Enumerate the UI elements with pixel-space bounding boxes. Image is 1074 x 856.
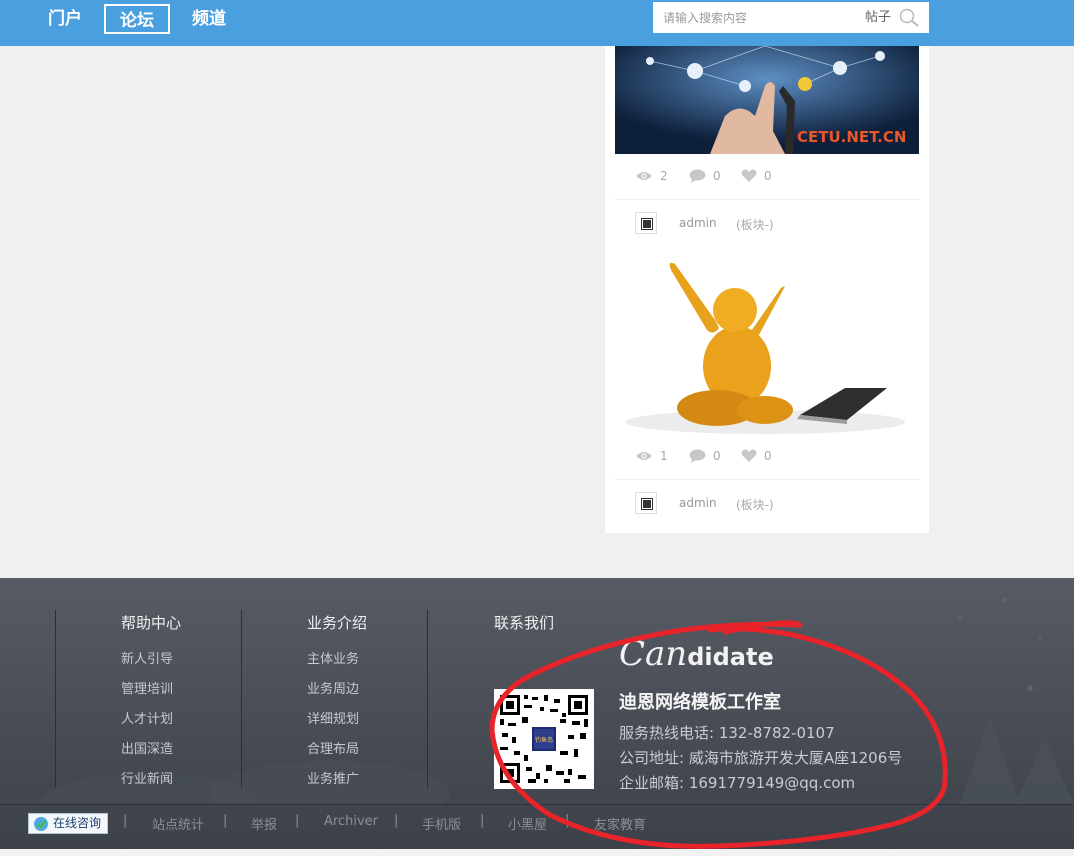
footer-link[interactable]: 新人引导 — [121, 648, 173, 667]
link-separator: | — [394, 813, 399, 828]
heart-icon — [741, 169, 757, 182]
eye-icon — [636, 452, 652, 460]
column-divider — [427, 610, 428, 788]
link-separator: | — [480, 813, 485, 828]
qr-code: 钓鱼岛 — [494, 689, 594, 789]
report-link[interactable]: 举报 — [251, 814, 277, 833]
top-nav-bar: 门户 论坛 频道 帖子 — [0, 0, 1074, 46]
comments-stat: 0 — [689, 169, 721, 183]
avatar[interactable] — [635, 492, 657, 514]
link-separator: | — [295, 813, 300, 828]
footer-link[interactable]: 管理培训 — [121, 678, 173, 697]
comments-count: 0 — [713, 169, 721, 183]
nav-forum[interactable]: 论坛 — [104, 4, 170, 34]
post-stats: 2 0 0 — [635, 169, 895, 185]
divider — [615, 479, 919, 480]
logo-text: didate — [687, 643, 774, 671]
candidate-logo: Candidate — [619, 634, 774, 674]
nav-portal[interactable]: 门户 — [44, 4, 86, 34]
footer-divider — [0, 804, 1074, 805]
heart-icon — [741, 449, 757, 462]
board-name[interactable]: (板块-) — [736, 216, 774, 233]
footer-link[interactable]: 业务周边 — [307, 678, 359, 697]
qr-code-image: 钓鱼岛 — [494, 689, 594, 789]
comment-icon — [689, 449, 706, 463]
views-count: 1 — [660, 449, 668, 463]
likes-stat[interactable]: 0 — [741, 449, 772, 463]
post-author-row: admin (板块-) — [635, 212, 895, 236]
company-name: 迪恩网络模板工作室 — [619, 692, 781, 713]
site-footer: 帮助中心 新人引导 管理培训 人才计划 出国深造 行业新闻 业务介绍 主体业务 … — [0, 578, 1074, 856]
link-separator: | — [123, 813, 128, 828]
logo-script: Can — [619, 634, 688, 674]
footer-link[interactable]: 业务推广 — [307, 768, 359, 787]
contact-phone: 服务热线电话: 132-8782-0107 — [619, 724, 835, 742]
blacklist-link[interactable]: 小黑屋 — [508, 814, 547, 833]
comments-count: 0 — [713, 449, 721, 463]
comments-stat: 0 — [689, 449, 721, 463]
partner-link[interactable]: 友家教育 — [594, 814, 646, 833]
consult-label: 在线咨询 — [53, 816, 102, 830]
views-stat: 2 — [635, 169, 668, 183]
views-stat: 1 — [635, 449, 668, 463]
eye-icon — [636, 172, 652, 180]
column-divider — [241, 610, 242, 788]
help-center-title: 帮助中心 — [121, 614, 182, 632]
search-icon[interactable] — [899, 8, 921, 32]
search-box: 帖子 — [653, 2, 929, 33]
comment-icon — [689, 169, 706, 183]
contact-us-title: 联系我们 — [494, 614, 555, 632]
search-type-selector[interactable]: 帖子 — [865, 2, 891, 33]
post-author-row: admin (板块-) — [635, 492, 895, 516]
column-divider — [55, 610, 56, 788]
contact-address: 公司地址: 威海市旅游开发大厦A座1206号 — [619, 749, 903, 767]
divider — [615, 199, 919, 200]
views-count: 2 — [660, 169, 668, 183]
author-name[interactable]: admin — [679, 496, 717, 510]
link-separator: | — [565, 813, 570, 828]
author-name[interactable]: admin — [679, 216, 717, 230]
avatar[interactable] — [635, 212, 657, 234]
mobile-link[interactable]: 手机版 — [422, 814, 461, 833]
footer-link[interactable]: 出国深造 — [121, 738, 173, 757]
business-intro-title: 业务介绍 — [307, 614, 368, 632]
post-thumbnail[interactable]: CETU.NET.CN — [615, 46, 919, 154]
site-stats-link[interactable]: 站点统计 — [152, 814, 204, 833]
link-separator: | — [223, 813, 228, 828]
footer-link[interactable]: 行业新闻 — [121, 768, 173, 787]
contact-email: 企业邮箱: 1691779149@qq.com — [619, 774, 856, 792]
likes-stat[interactable]: 0 — [741, 169, 772, 183]
footer-link[interactable]: 合理布局 — [307, 738, 359, 757]
search-input[interactable] — [653, 2, 863, 33]
chat-icon — [33, 816, 50, 838]
thumbnail-watermark: CETU.NET.CN — [797, 128, 906, 146]
online-consult-button[interactable]: 在线咨询 — [28, 813, 108, 834]
post-stats: 1 0 0 — [635, 449, 895, 465]
nav-channel[interactable]: 频道 — [188, 4, 230, 34]
likes-count: 0 — [764, 449, 772, 463]
footer-link[interactable]: 人才计划 — [121, 708, 173, 727]
footer-link[interactable]: 主体业务 — [307, 648, 359, 667]
archiver-link[interactable]: Archiver — [324, 814, 378, 829]
post-list: CETU.NET.CN 2 0 0 admin (板块-) 1 0 0 admi… — [605, 0, 929, 533]
qr-center-badge: 钓鱼岛 — [535, 736, 553, 744]
post-thumbnail[interactable] — [615, 250, 919, 434]
footer-link[interactable]: 详细规划 — [307, 708, 359, 727]
board-name[interactable]: (板块-) — [736, 496, 774, 513]
page-bottom-strip — [0, 849, 1074, 856]
likes-count: 0 — [764, 169, 772, 183]
